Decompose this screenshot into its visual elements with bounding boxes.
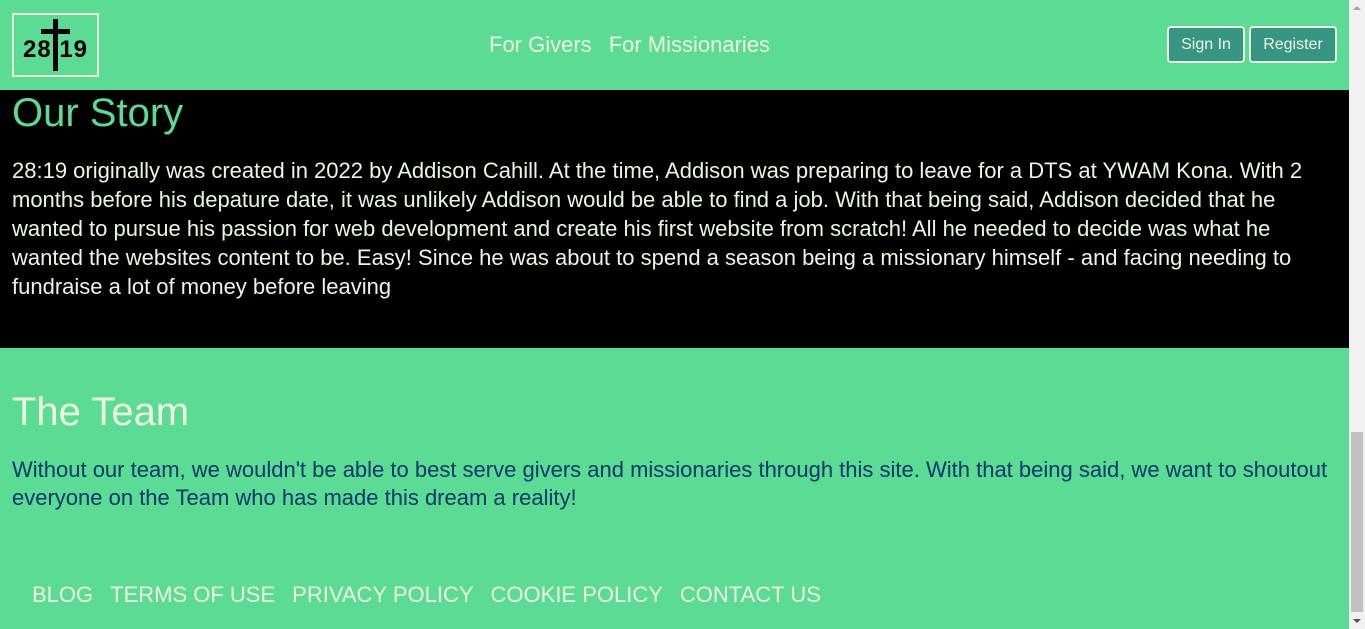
our-story-heading: Our Story: [12, 91, 184, 135]
nav-link-for-missionaries[interactable]: For Missionaries: [609, 31, 770, 59]
main-nav: For Givers For Missionaries: [489, 31, 770, 59]
our-story-section: Our Story 28:19 originally was created i…: [0, 90, 1349, 348]
scrollbar-thumb[interactable]: [1351, 432, 1363, 612]
cross-icon-bar: [41, 29, 70, 34]
logo-text: 28 19: [22, 36, 89, 63]
logo[interactable]: 28 19: [12, 13, 99, 77]
site-header: 28 19 For Givers For Missionaries Sign I…: [0, 0, 1349, 90]
footer-link-contact-us[interactable]: CONTACT US: [680, 581, 821, 609]
scroll-down-arrow-icon[interactable]: [1353, 619, 1361, 623]
footer-link-cookie-policy[interactable]: COOKIE POLICY: [491, 581, 663, 609]
register-button[interactable]: Register: [1249, 26, 1337, 63]
team-text: Without our team, we wouldn't be able to…: [12, 457, 1328, 510]
page: 28 19 For Givers For Missionaries Sign I…: [0, 0, 1349, 629]
footer-link-privacy-policy[interactable]: PRIVACY POLICY: [292, 581, 473, 609]
sign-in-button[interactable]: Sign In: [1167, 26, 1245, 63]
footer-link-blog[interactable]: BLOG: [32, 581, 93, 609]
scroll-up-arrow-icon[interactable]: [1353, 6, 1361, 10]
nav-link-for-givers[interactable]: For Givers: [489, 31, 592, 59]
site-footer: BLOG TERMS OF USE PRIVACY POLICY COOKIE …: [32, 581, 821, 609]
our-story-text: 28:19 originally was created in 2022 by …: [12, 158, 1303, 299]
footer-link-terms-of-use[interactable]: TERMS OF USE: [110, 581, 275, 609]
vertical-scrollbar[interactable]: [1349, 0, 1365, 629]
team-heading: The Team: [12, 390, 190, 434]
